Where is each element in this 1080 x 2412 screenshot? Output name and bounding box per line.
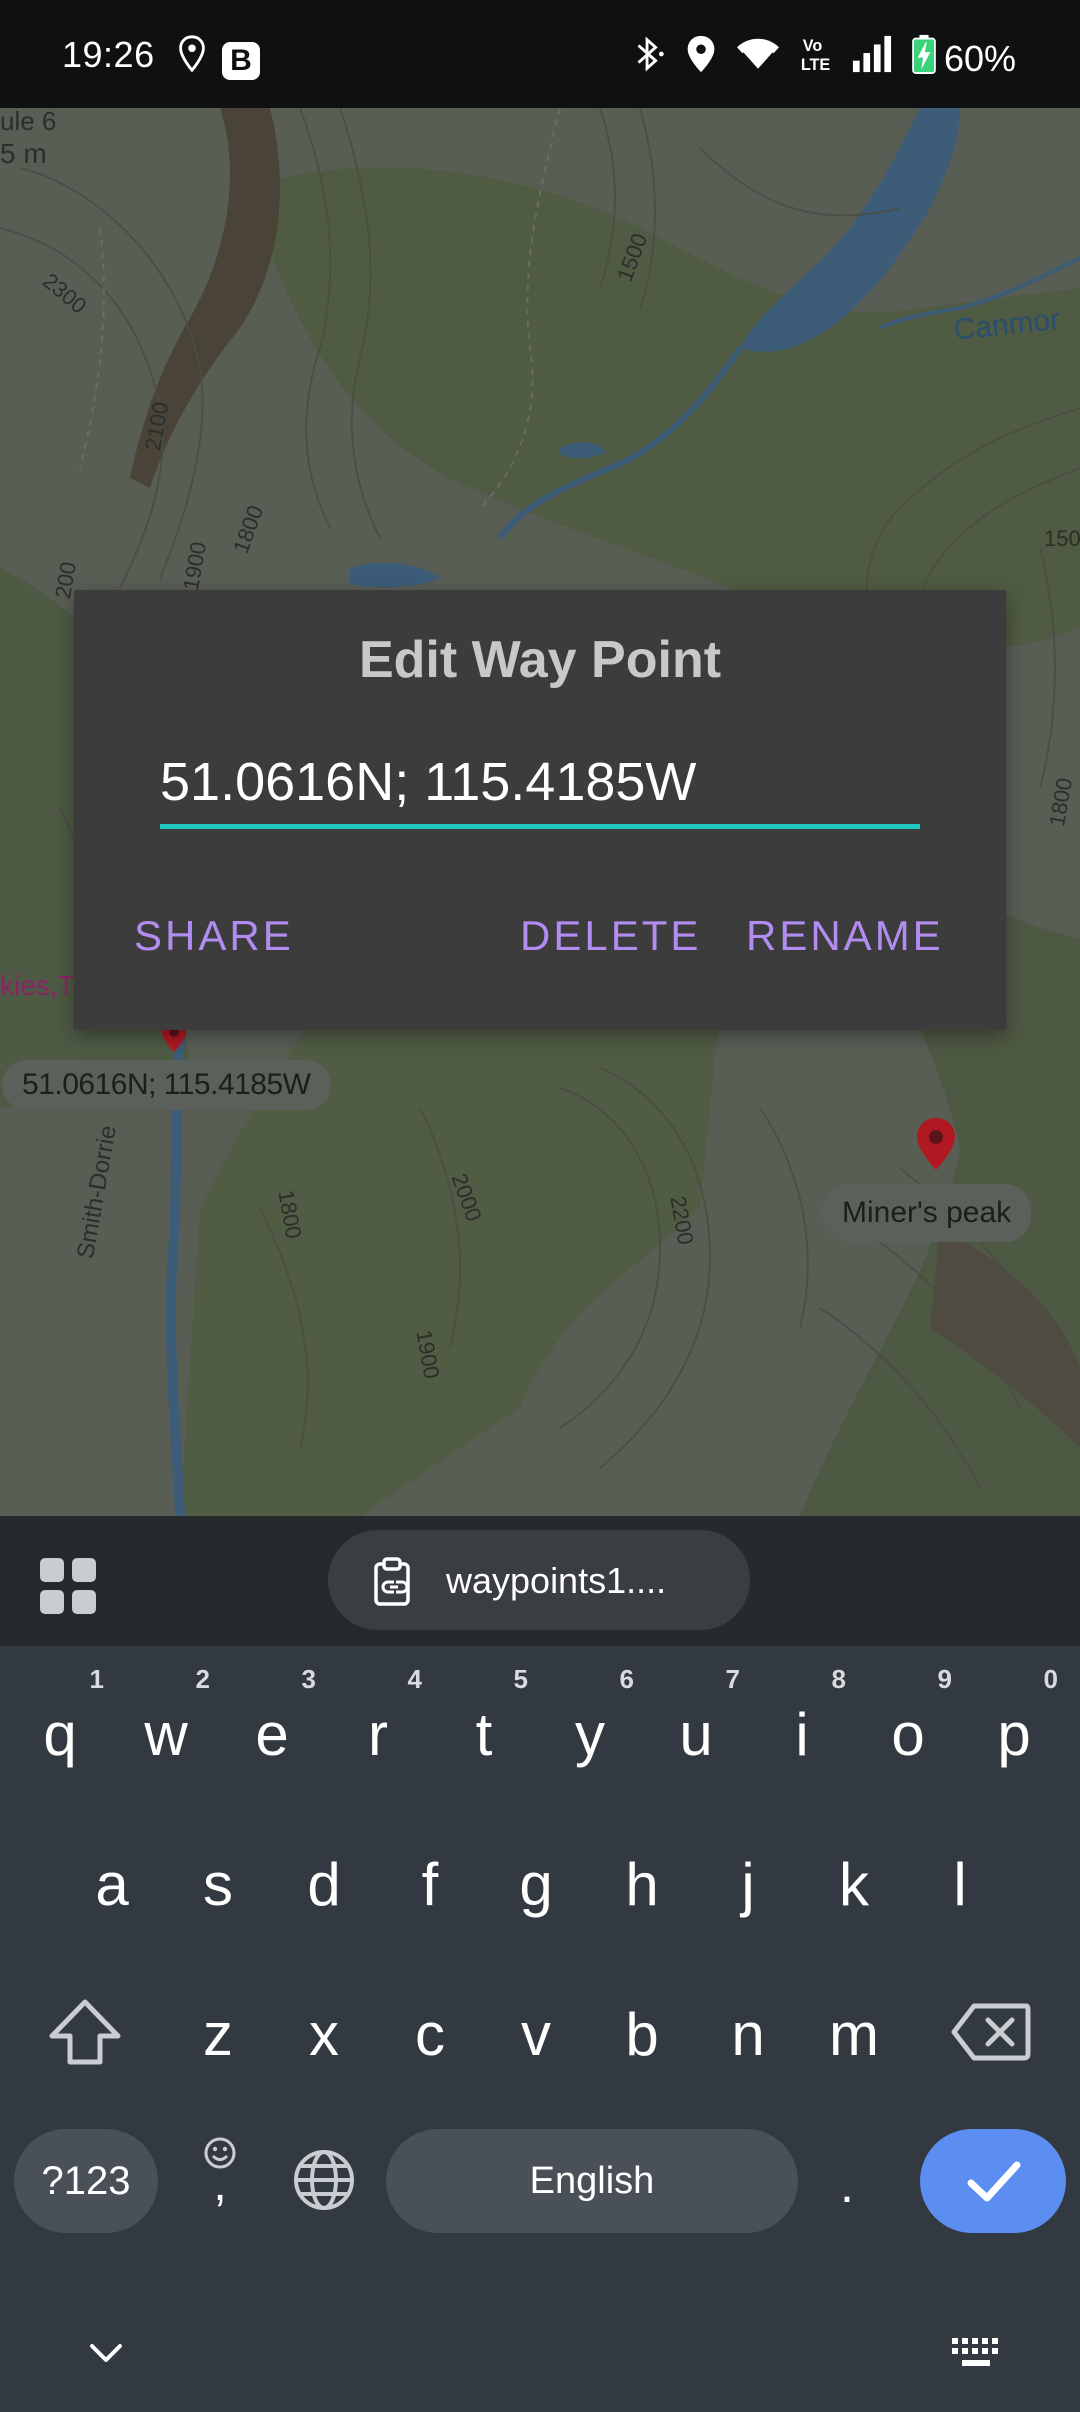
peak-label-chip[interactable]: Miner's peak: [822, 1184, 1032, 1242]
key[interactable]: w2: [126, 1664, 210, 1769]
key-hint: 7: [725, 1664, 740, 1694]
key[interactable]: m: [814, 2000, 894, 2069]
key[interactable]: c: [390, 2000, 470, 2069]
waypoint-label-chip[interactable]: 51.0616N; 115.4185W: [2, 1060, 331, 1110]
key[interactable]: y6: [550, 1664, 634, 1769]
key[interactable]: r4: [338, 1664, 422, 1769]
volte-icon: Vo LTE: [801, 37, 831, 74]
waypoint-name-input[interactable]: [160, 740, 920, 829]
globe-icon[interactable]: [292, 2148, 356, 2212]
key[interactable]: a: [72, 1850, 152, 1919]
signal-icon: [852, 35, 892, 73]
svg-text:Vo: Vo: [803, 37, 823, 55]
clipboard-link-icon: [374, 1557, 410, 1606]
map-label: kies,Tr: [0, 970, 83, 1001]
shift-icon[interactable]: [48, 1998, 122, 2066]
waypoint-marker-icon[interactable]: [914, 1116, 958, 1172]
key[interactable]: o9: [868, 1664, 952, 1769]
keyboard: q1 w2 e3 r4 t5 y6 u7 i8 o9 p0 a s d f g …: [0, 1646, 1080, 2412]
clipboard-suggestion-chip[interactable]: waypoints1....: [328, 1530, 750, 1630]
key[interactable]: z: [178, 2000, 258, 2069]
emoji-comma-key[interactable]: ,: [196, 2136, 244, 2211]
rename-button[interactable]: RENAME: [746, 912, 944, 960]
key-hint: 3: [301, 1664, 316, 1694]
key[interactable]: u7: [656, 1664, 740, 1769]
key[interactable]: h: [602, 1850, 682, 1919]
key[interactable]: q1: [20, 1664, 104, 1769]
key-hint: 5: [513, 1664, 528, 1694]
key-hint: 2: [195, 1664, 210, 1694]
battery-charging-icon: [912, 34, 936, 74]
edit-waypoint-dialog: Edit Way Point SHARE DELETE RENAME: [74, 590, 1006, 1030]
location-icon: [687, 35, 715, 73]
comma-label: ,: [213, 2158, 227, 2211]
key[interactable]: g: [496, 1850, 576, 1919]
share-button[interactable]: SHARE: [134, 912, 294, 960]
key-hint: 4: [407, 1664, 422, 1694]
key[interactable]: j: [708, 1850, 788, 1919]
key-hint: 0: [1043, 1664, 1058, 1694]
location-pin-icon: [179, 35, 205, 73]
key[interactable]: b: [602, 2000, 682, 2069]
space-key[interactable]: English: [386, 2129, 798, 2233]
key-hint: 8: [831, 1664, 846, 1694]
key[interactable]: n: [708, 2000, 788, 2069]
key[interactable]: x: [284, 2000, 364, 2069]
bluetooth-icon: [637, 36, 664, 72]
delete-button[interactable]: DELETE: [520, 912, 701, 960]
key[interactable]: s: [178, 1850, 258, 1919]
key[interactable]: i8: [762, 1664, 846, 1769]
key-hint: 1: [89, 1664, 104, 1694]
map-label: 150: [1044, 526, 1080, 551]
key-hint: 6: [619, 1664, 634, 1694]
keyboard-toolbar: waypoints1....: [0, 1516, 1080, 1646]
period-key[interactable]: .: [840, 2156, 854, 2214]
wifi-icon: [737, 38, 779, 71]
svg-text:LTE: LTE: [801, 56, 831, 74]
key-hint: 9: [937, 1664, 952, 1694]
status-bar: 19:26 B Vo LTE 60%: [0, 0, 1080, 108]
battery-percent: 60%: [944, 38, 1017, 79]
key[interactable]: v: [496, 2000, 576, 2069]
chevron-down-icon[interactable]: [86, 2340, 126, 2366]
key[interactable]: t5: [444, 1664, 528, 1769]
keyboard-icon[interactable]: [950, 2336, 1002, 2372]
symbols-key[interactable]: ?123: [14, 2129, 158, 2233]
map-label: 5 m: [0, 138, 47, 169]
key[interactable]: d: [284, 1850, 364, 1919]
dialog-title: Edit Way Point: [358, 631, 722, 689]
check-icon: [967, 2161, 1021, 2202]
key[interactable]: p0: [974, 1664, 1058, 1769]
enter-key[interactable]: [920, 2129, 1066, 2233]
key[interactable]: k: [814, 1850, 894, 1919]
map-label: ule 6: [0, 108, 57, 136]
clipboard-text: waypoints1....: [446, 1560, 667, 1601]
backspace-icon[interactable]: [950, 2002, 1032, 2062]
key[interactable]: l: [920, 1850, 1000, 1919]
key[interactable]: e3: [232, 1664, 316, 1769]
apps-grid-icon[interactable]: [38, 1556, 98, 1616]
status-time: 19:26: [62, 34, 155, 75]
b-app-icon: B: [222, 42, 260, 80]
key[interactable]: f: [390, 1850, 470, 1919]
